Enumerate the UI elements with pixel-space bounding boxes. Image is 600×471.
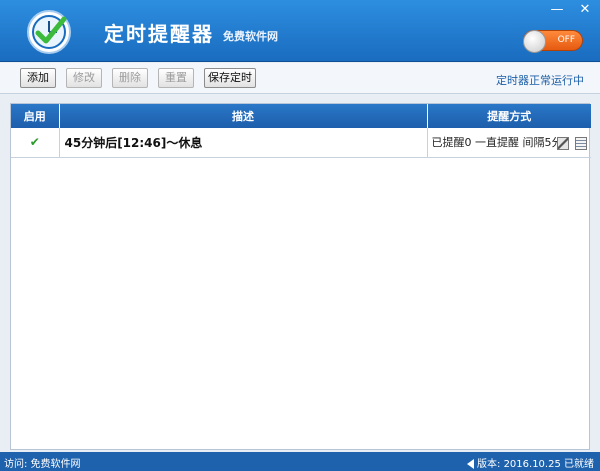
delete-button[interactable]: 删除: [112, 68, 148, 88]
save-timer-button[interactable]: 保存定时: [204, 68, 256, 88]
reset-button[interactable]: 重置: [158, 68, 194, 88]
reminder-list: 启用 描述 提醒方式 ✔ 45分钟后[12:46]～休息 已提醒0 一直提醒 间…: [10, 103, 591, 450]
visit-link[interactable]: 访问: 免费软件网: [4, 455, 81, 470]
app-subtitle: 免费软件网: [223, 30, 278, 43]
version-info: 版本: 2016.10.25 已就绪: [467, 455, 594, 470]
version-text: 版本: 2016.10.25 已就绪: [477, 459, 594, 470]
timer-status: 定时器正常运行中: [496, 74, 584, 87]
edit-icon[interactable]: [556, 136, 569, 150]
column-header-mode[interactable]: 提醒方式: [427, 104, 591, 128]
reminder-table: 启用 描述 提醒方式 ✔ 45分钟后[12:46]～休息 已提醒0 一直提醒 间…: [11, 104, 591, 158]
table-row[interactable]: ✔ 45分钟后[12:46]～休息 已提醒0 一直提醒 间隔5分: [11, 128, 591, 158]
app-title: 定时提醒器: [104, 22, 214, 46]
minimize-button[interactable]: —: [546, 2, 568, 18]
toggle-knob: [523, 30, 546, 53]
close-button[interactable]: ✕: [574, 2, 596, 18]
row-actions: [554, 136, 587, 150]
status-bar: 访问: 免费软件网 版本: 2016.10.25 已就绪: [0, 452, 600, 471]
title-bar: 定时提醒器 免费软件网 — ✕ OFF: [0, 0, 600, 62]
column-header-description[interactable]: 描述: [59, 104, 428, 128]
timer-toggle[interactable]: OFF: [523, 30, 583, 53]
clock-check-icon: [27, 10, 71, 54]
reminder-description: 45分钟后[12:46]～休息: [59, 128, 428, 158]
edit-button[interactable]: 修改: [66, 68, 102, 88]
reminder-mode-cell: 已提醒0 一直提醒 间隔5分: [427, 128, 591, 158]
details-icon[interactable]: [575, 136, 587, 150]
add-button[interactable]: 添加: [20, 68, 56, 88]
column-header-enabled[interactable]: 启用: [11, 104, 60, 128]
enabled-checkmark[interactable]: ✔: [11, 128, 60, 158]
toggle-label: OFF: [557, 35, 575, 45]
toolbar: 添加 修改 删除 重置 保存定时 定时器正常运行中: [0, 63, 600, 94]
arrow-left-icon: [467, 459, 475, 469]
reminder-mode-text: 已提醒0 一直提醒 间隔5分: [431, 136, 563, 150]
